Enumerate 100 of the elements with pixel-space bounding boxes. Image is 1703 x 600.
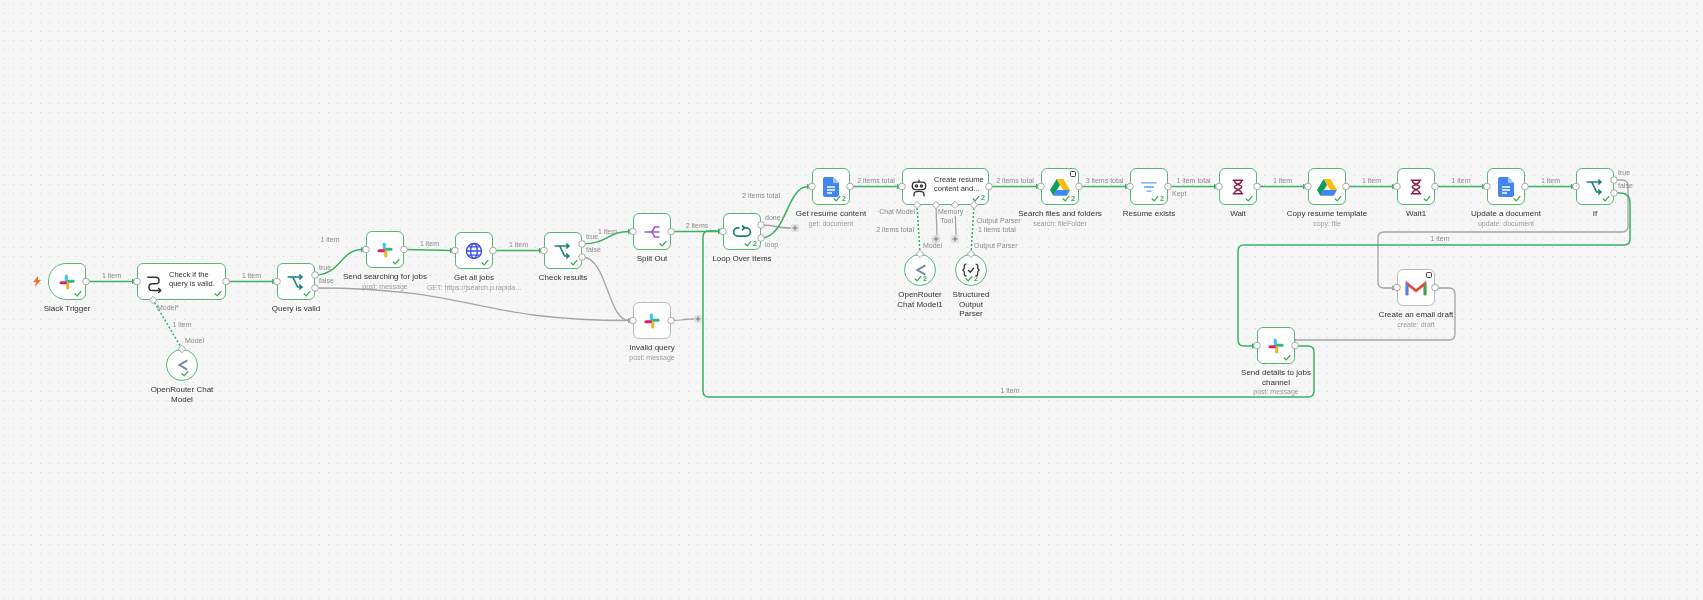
connection-port[interactable] xyxy=(629,316,637,325)
connection-port[interactable] xyxy=(1075,182,1083,191)
workflow-node[interactable] xyxy=(633,302,671,339)
logo-icon xyxy=(643,311,661,330)
node-title: Invalid query xyxy=(629,343,675,353)
connection-port[interactable] xyxy=(1253,182,1261,191)
connection-port[interactable] xyxy=(540,246,548,255)
connection-port[interactable] xyxy=(1253,341,1261,350)
globe-icon xyxy=(464,240,484,261)
check-icon xyxy=(833,195,842,202)
connection-port[interactable] xyxy=(846,182,854,191)
connection-port[interactable] xyxy=(1572,182,1580,191)
connection-port[interactable] xyxy=(1521,182,1529,191)
check-icon xyxy=(1283,354,1291,361)
workflow-node[interactable] xyxy=(277,263,315,300)
connection-port[interactable] xyxy=(273,277,281,286)
workflow-node[interactable] xyxy=(1257,327,1295,364)
connection-port[interactable] xyxy=(1431,182,1439,191)
connection-port[interactable] xyxy=(1291,341,1299,350)
node-title: Query is valid xyxy=(271,304,321,314)
connection-port[interactable] xyxy=(719,227,727,236)
node-title: Send details to jobs channel xyxy=(1240,368,1312,388)
connection-port[interactable] xyxy=(667,316,675,325)
node-title: Resume exists xyxy=(1122,209,1176,219)
node-title: Structured Output Parser xyxy=(951,290,991,319)
workflow-node[interactable] xyxy=(48,263,86,300)
node-title: Create an email draft xyxy=(1378,310,1454,320)
connection-port[interactable] xyxy=(177,344,187,354)
connection-port[interactable] xyxy=(629,227,637,236)
sub-node[interactable] xyxy=(166,349,198,381)
mail-logo-icon xyxy=(1405,278,1427,297)
node-title: Send searching for jobs xyxy=(342,272,428,282)
add-node-button[interactable] xyxy=(791,224,799,232)
connection-port[interactable] xyxy=(667,227,675,236)
branch-icon xyxy=(286,271,306,292)
branch-icon xyxy=(1585,176,1605,197)
node-title: Get all jobs xyxy=(454,273,494,283)
connection-port[interactable] xyxy=(808,182,816,191)
node-title: Get resume content xyxy=(795,209,867,219)
check-icon xyxy=(1062,195,1071,202)
check-icon xyxy=(972,195,981,202)
check-icon xyxy=(1245,195,1253,202)
node-title: If xyxy=(1592,209,1598,219)
route-icon xyxy=(144,273,164,293)
document-icon xyxy=(1498,176,1514,197)
connection-port[interactable] xyxy=(1304,182,1312,191)
workflow-node[interactable] xyxy=(1219,168,1257,205)
logo-icon xyxy=(1267,336,1285,355)
document-icon xyxy=(823,176,839,197)
connection-port[interactable] xyxy=(1483,182,1491,191)
check-icon xyxy=(914,275,923,282)
check-icon xyxy=(481,259,489,266)
connection-port[interactable] xyxy=(1126,182,1134,191)
workflow-node[interactable] xyxy=(1576,168,1614,205)
check-icon xyxy=(392,258,400,265)
workflow-node[interactable] xyxy=(366,231,404,268)
connection-port[interactable] xyxy=(1393,283,1401,292)
connection-port[interactable] xyxy=(1037,182,1045,191)
workflow-node[interactable] xyxy=(1308,168,1346,205)
connection-port[interactable] xyxy=(489,246,497,255)
add-node-button[interactable] xyxy=(932,235,940,243)
connection-port[interactable] xyxy=(82,277,90,286)
check-icon xyxy=(1513,195,1521,202)
node-title: OpenRouter Chat Model xyxy=(149,385,215,405)
connection-port[interactable] xyxy=(966,249,976,259)
node-title: Wait1 xyxy=(1405,209,1427,219)
check-icon xyxy=(1334,195,1342,202)
node-title: OpenRouter Chat Model1 xyxy=(896,290,944,310)
logo-icon xyxy=(376,240,394,259)
node-title: Loop Over Items xyxy=(712,254,772,264)
node-title: Copy resume template xyxy=(1286,209,1368,219)
connection-port[interactable] xyxy=(451,246,459,255)
connection-port[interactable] xyxy=(400,245,408,254)
connection-port[interactable] xyxy=(362,245,370,254)
add-node-button[interactable] xyxy=(951,235,959,243)
connection-port[interactable] xyxy=(1342,182,1350,191)
workflow-node[interactable] xyxy=(455,232,493,269)
check-icon xyxy=(303,290,311,297)
workflow-node[interactable] xyxy=(1487,168,1525,205)
check-icon xyxy=(214,290,222,297)
lightning-icon xyxy=(33,276,41,287)
workflow-node[interactable] xyxy=(544,232,582,269)
node-title: Update a document xyxy=(1471,209,1541,219)
connection-port[interactable] xyxy=(1393,182,1401,191)
workflow-node[interactable] xyxy=(1397,168,1435,205)
add-node-button[interactable] xyxy=(694,315,702,323)
workflow-node[interactable] xyxy=(633,213,671,250)
node-title: Split Out xyxy=(636,254,668,264)
connection-port[interactable] xyxy=(1164,182,1172,191)
connection-port[interactable] xyxy=(1431,283,1439,292)
check-icon xyxy=(965,275,974,282)
workflow-node[interactable] xyxy=(1397,269,1435,306)
check-icon xyxy=(744,240,753,247)
branch-icon xyxy=(553,240,573,261)
check-icon xyxy=(1151,195,1160,202)
check-icon xyxy=(181,370,189,377)
connection-port[interactable] xyxy=(1215,182,1223,191)
connection-port[interactable] xyxy=(222,277,230,286)
node-title: Wait xyxy=(1230,209,1246,219)
connection-port[interactable] xyxy=(915,249,925,259)
